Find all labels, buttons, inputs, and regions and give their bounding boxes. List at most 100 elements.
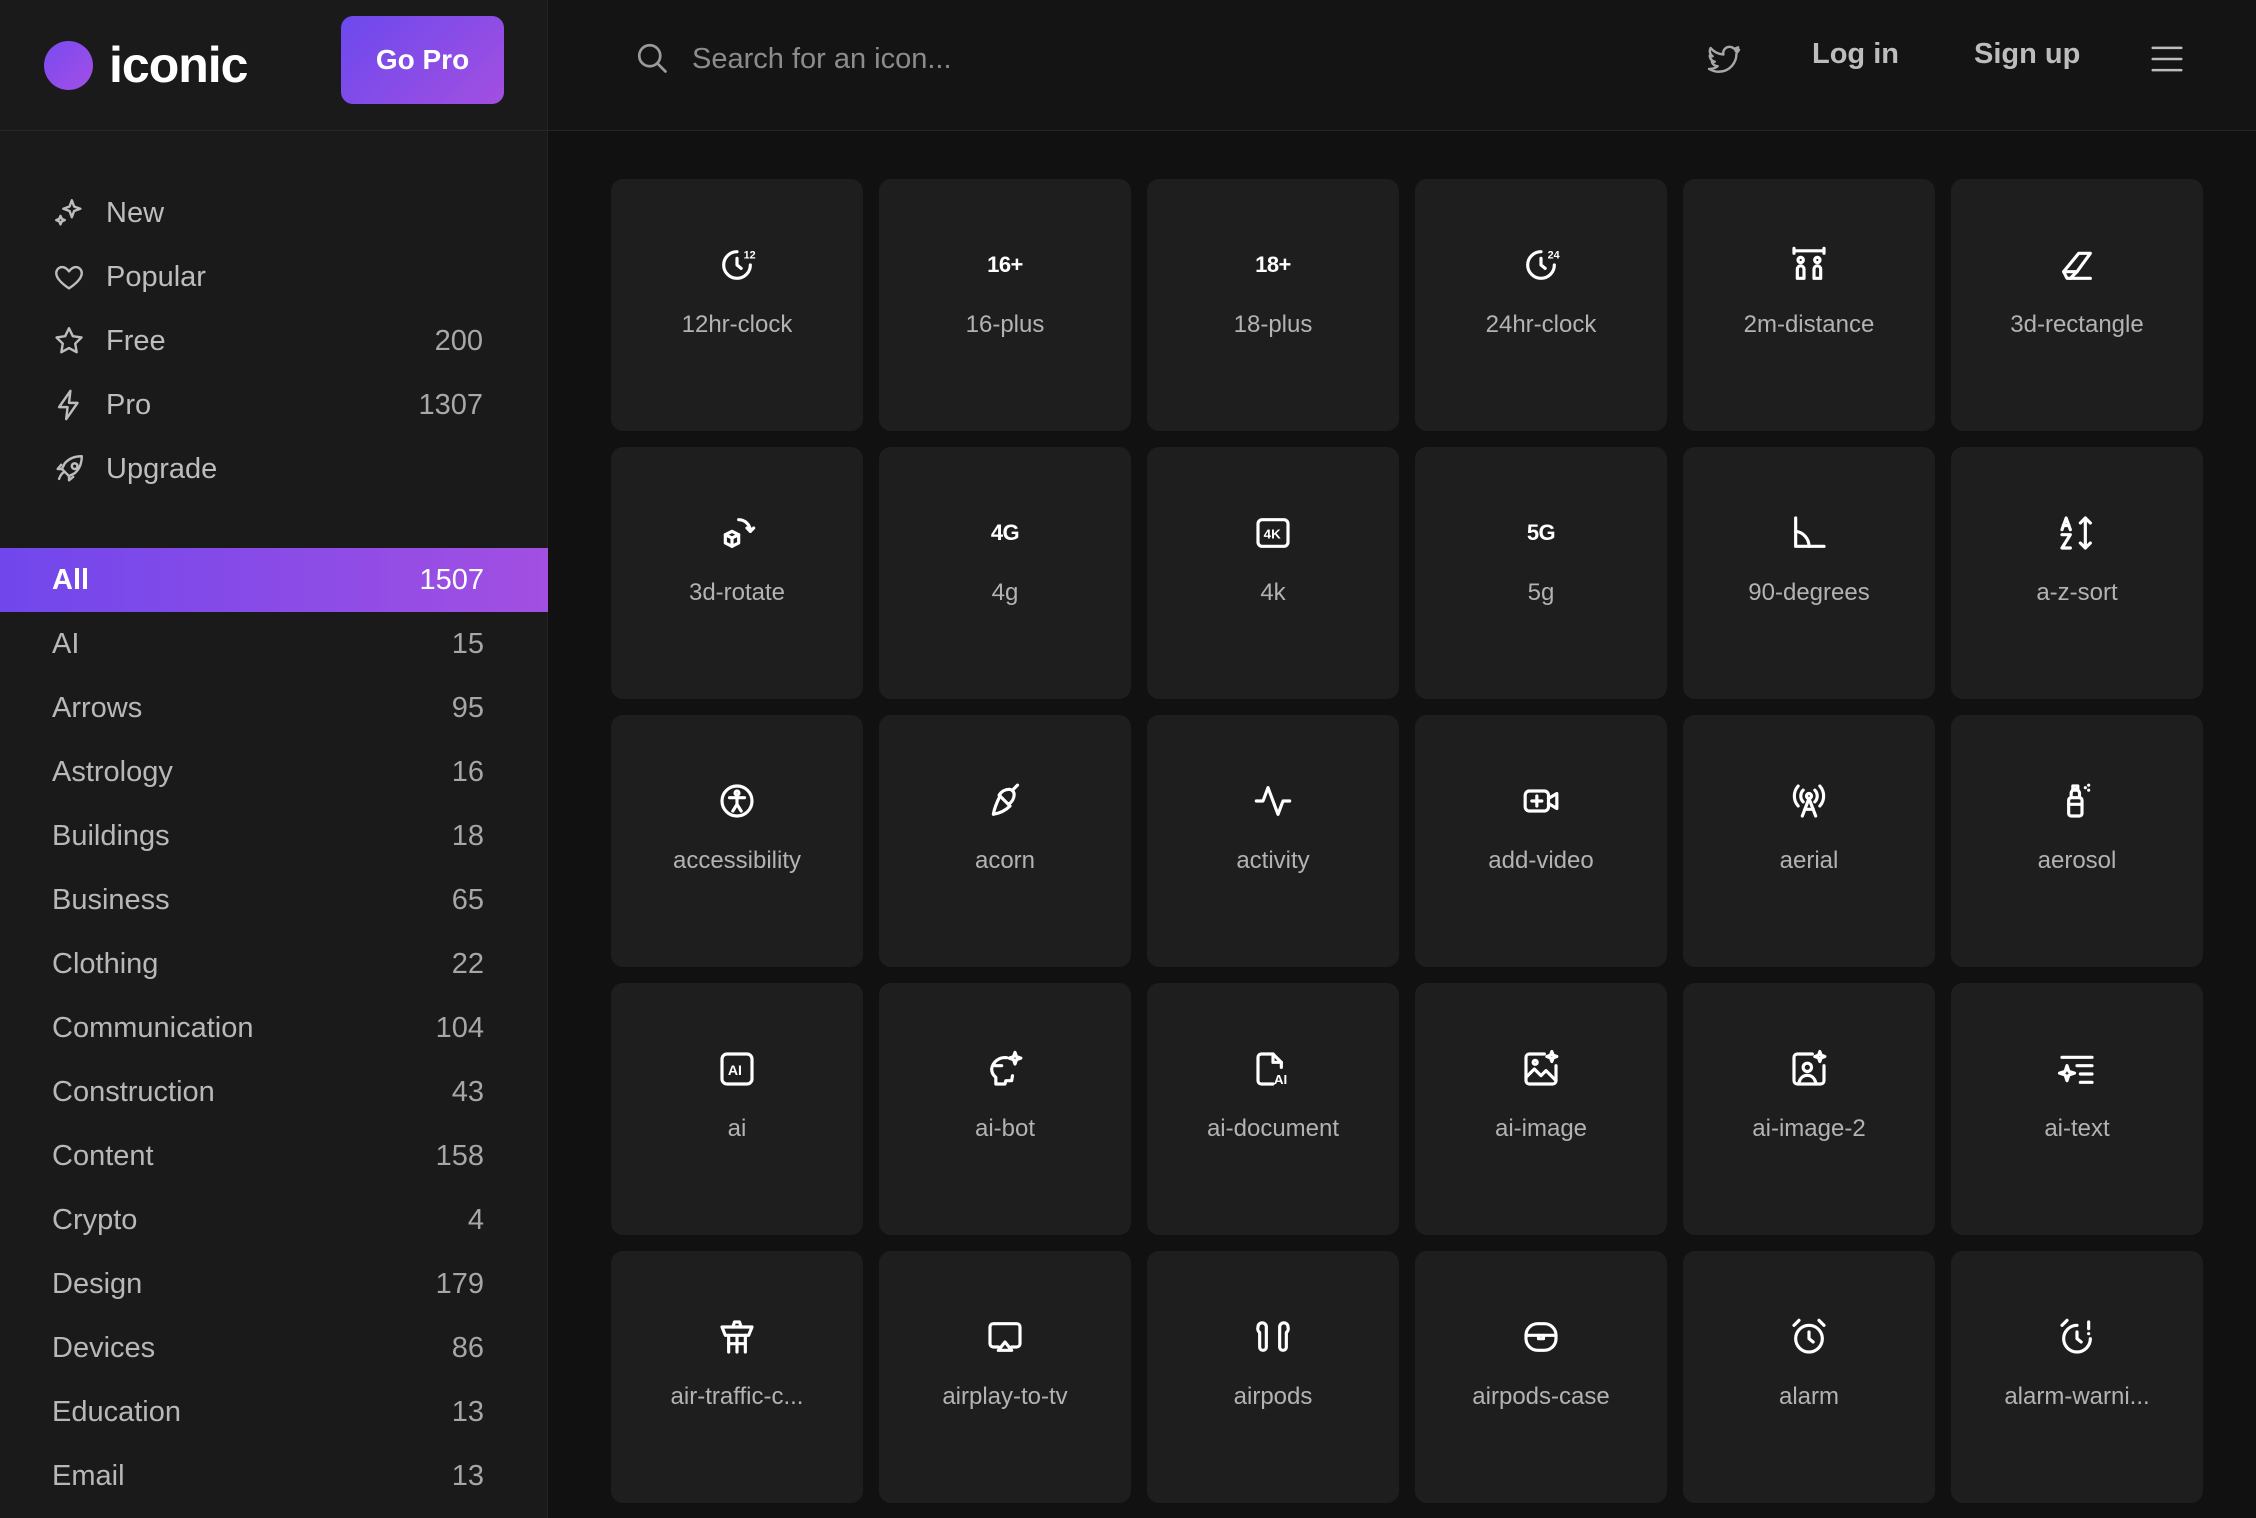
category-clothing[interactable]: Clothing 22 [0,932,548,996]
preview-text: 16+ [987,252,1023,277]
icon-tile-alarm[interactable]: alarm [1683,1251,1935,1503]
icon-tile-aerosol[interactable]: aerosol [1951,715,2203,967]
quick-item-popular[interactable]: Popular [0,245,547,309]
icon-tile-label: ai-image-2 [1752,1115,1866,1142]
category-label: Content [52,1139,154,1172]
icon-tile-4g[interactable]: 4G 4g [879,447,1131,699]
icon-tile-ai-text[interactable]: ai-text [1951,983,2203,1235]
acorn-icon [985,781,1025,821]
icon-tile-activity[interactable]: activity [1147,715,1399,967]
quick-item-new[interactable]: New [0,181,547,245]
icon-tile-label: ai-document [1206,1115,1340,1142]
category-count: 13 [451,1459,484,1492]
icon-tile-ai-bot[interactable]: ai-bot [879,983,1131,1235]
icon-tile-4k[interactable]: 4K 4k [1147,447,1399,699]
category-buildings[interactable]: Buildings 18 [0,804,548,868]
category-count: 65 [451,883,484,916]
login-button[interactable]: Log in [1812,38,1899,71]
icon-tile-label: aerosol [2037,847,2117,874]
icon-tile-label: 4k [1260,579,1286,606]
icon-tile-ai-image[interactable]: ai-image [1415,983,1667,1235]
ai-document-icon: AI [1253,1049,1293,1089]
icon-tile-12hr-clock[interactable]: 12 12hr-clock [611,179,863,431]
svg-text:4K: 4K [1264,527,1281,542]
category-astrology[interactable]: Astrology 16 [0,740,548,804]
icon-tile-accessibility[interactable]: accessibility [611,715,863,967]
category-devices[interactable]: Devices 86 [0,1316,548,1380]
quick-item-count: 200 [434,324,483,357]
icon-tile-24hr-clock[interactable]: 24 24hr-clock [1415,179,1667,431]
category-count: 179 [435,1267,484,1300]
icon-tile-ai-image-2[interactable]: ai-image-2 [1683,983,1935,1235]
category-count: 4 [467,1203,484,1236]
category-label: Design [52,1267,143,1300]
icon-tile-aerial[interactable]: aerial [1683,715,1935,967]
icon-tile-label: air-traffic-c... [670,1383,804,1410]
icon-tile-label: a-z-sort [2036,579,2118,606]
quick-item-pro[interactable]: Pro 1307 [0,373,547,437]
icon-tile-acorn[interactable]: acorn [879,715,1131,967]
category-content[interactable]: Content 158 [0,1124,548,1188]
search-input[interactable] [692,34,1552,84]
icon-tile-3d-rectangle[interactable]: 3d-rectangle [1951,179,2203,431]
quick-item-count: 1307 [418,388,483,421]
icon-tile-16-plus[interactable]: 16+ 16-plus [879,179,1131,431]
icon-tile-18-plus[interactable]: 18+ 18-plus [1147,179,1399,431]
category-business[interactable]: Business 65 [0,868,548,932]
az-sort-icon [2057,513,2097,553]
icon-tile-label: 16-plus [965,311,1045,338]
icon-tile-alarm-warni[interactable]: alarm-warni... [1951,1251,2203,1503]
icon-tile-air-traffic-c[interactable]: air-traffic-c... [611,1251,863,1503]
icon-tile-ai-document[interactable]: AI ai-document [1147,983,1399,1235]
category-all[interactable]: All 1507 [0,548,548,612]
icon-tile-a-z-sort[interactable]: a-z-sort [1951,447,2203,699]
twitter-icon[interactable] [1706,41,1742,77]
sparkles-icon [52,196,86,230]
signup-button[interactable]: Sign up [1974,38,2080,71]
icon-tile-airpods-case[interactable]: airpods-case [1415,1251,1667,1503]
icon-tile-label: activity [1236,847,1310,874]
icon-tile-airplay-to-tv[interactable]: airplay-to-tv [879,1251,1131,1503]
quick-item-upgrade[interactable]: Upgrade [0,437,547,501]
icon-tile-label: acorn [974,847,1036,874]
quick-item-free[interactable]: Free 200 [0,309,547,373]
icon-tile-3d-rotate[interactable]: 3d-rotate [611,447,863,699]
box-4k-icon: 4K [1253,513,1293,553]
icon-tile-label: 5g [1527,579,1555,606]
category-nav: All 1507 AI 15 Arrows 95 Astrology 16 Buildings 1… [0,548,548,1508]
hamburger-menu-icon[interactable] [2148,40,2186,78]
icon-tile-label: add-video [1488,847,1594,874]
logo-text[interactable]: iconic [109,36,248,94]
category-crypto[interactable]: Crypto 4 [0,1188,548,1252]
category-arrows[interactable]: Arrows 95 [0,676,548,740]
category-label: Astrology [52,755,173,788]
icon-tile-label: 24hr-clock [1485,311,1597,338]
category-construction[interactable]: Construction 43 [0,1060,548,1124]
logo-dot-icon[interactable] [44,40,93,90]
category-education[interactable]: Education 13 [0,1380,548,1444]
go-pro-button[interactable]: Go Pro [341,16,504,104]
icon-tile-airpods[interactable]: airpods [1147,1251,1399,1503]
clock-12-icon: 12 [717,245,757,285]
ai-image-2-icon [1789,1049,1829,1089]
category-design[interactable]: Design 179 [0,1252,548,1316]
clock-24-icon: 24 [1521,245,1561,285]
icon-tile-ai[interactable]: AI ai [611,983,863,1235]
category-communication[interactable]: Communication 104 [0,996,548,1060]
icon-tile-label: 3d-rotate [688,579,786,606]
text-badge-icon: 4G [985,513,1025,553]
icon-tile-label: ai-bot [974,1115,1036,1142]
category-email[interactable]: Email 13 [0,1444,548,1508]
icon-tile-5g[interactable]: 5G 5g [1415,447,1667,699]
icon-tile-2m-distance[interactable]: 2m-distance [1683,179,1935,431]
category-ai[interactable]: AI 15 [0,612,548,676]
quick-item-label: Popular [106,260,206,293]
eraser-icon [2057,245,2097,285]
icon-tile-label: 3d-rectangle [2010,311,2144,338]
icon-tile-90-degrees[interactable]: 90-degrees [1683,447,1935,699]
icon-tile-add-video[interactable]: add-video [1415,715,1667,967]
icon-tile-label: 18-plus [1233,311,1313,338]
quick-item-label: Pro [106,388,152,421]
icon-tile-label: 90-degrees [1748,579,1870,606]
angle-icon [1789,513,1829,553]
